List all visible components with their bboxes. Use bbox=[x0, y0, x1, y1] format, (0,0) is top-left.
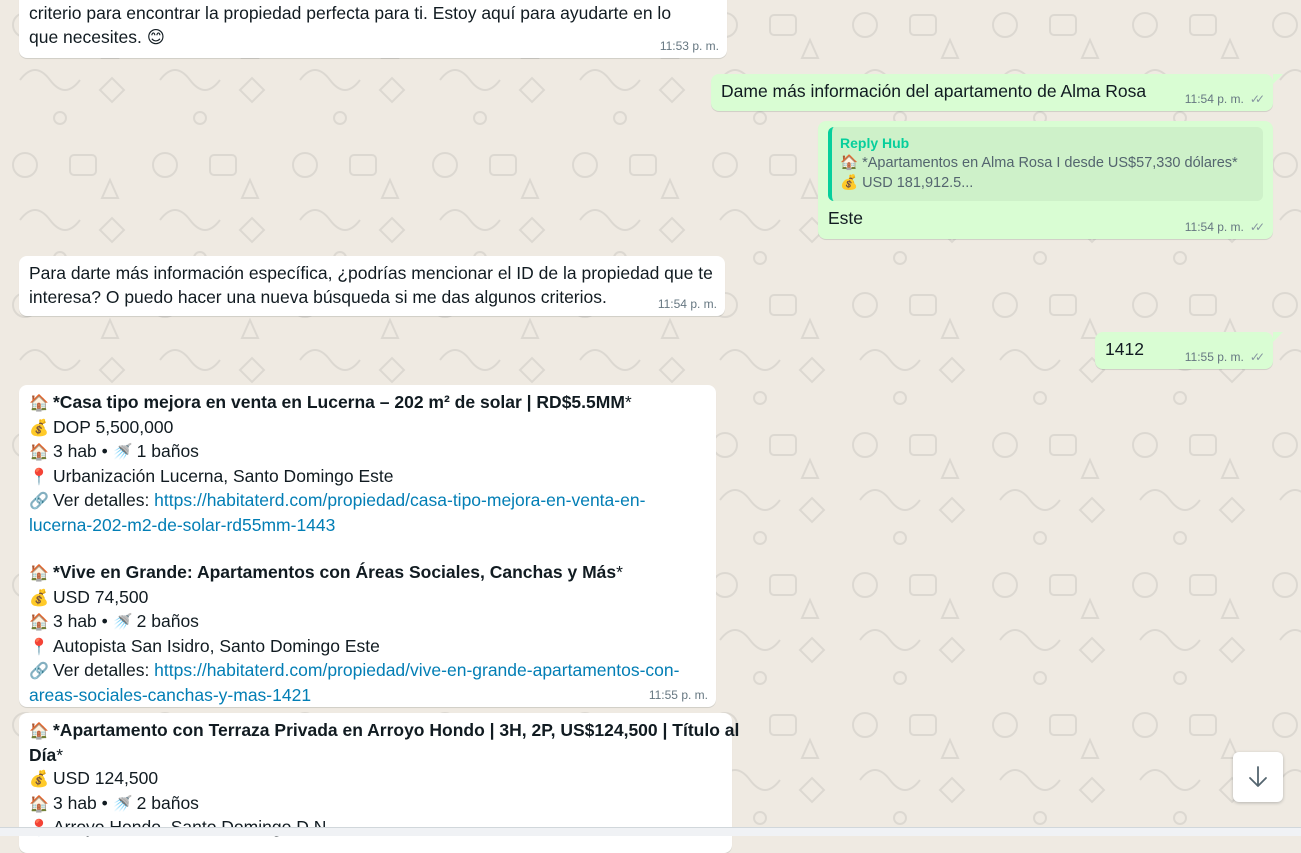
listing-location: 📍 Autopista San Isidro, Santo Domingo Est… bbox=[29, 635, 706, 660]
message-timestamp: 11:54 p. m. ✓✓ bbox=[1185, 220, 1265, 234]
listing-title: 🏠 *Apartamento con Terraza Privada en Arr… bbox=[29, 719, 739, 744]
quote-text: 🏠 *Apartamentos en Alma Rosa I desde US$… bbox=[840, 155, 1238, 171]
shower-icon: 🚿 bbox=[112, 614, 133, 631]
quoted-message[interactable]: Reply Hub 🏠 *Apartamentos en Alma Rosa I… bbox=[828, 127, 1263, 201]
listing-link[interactable]: lucerna-202-m2-de-solar-rd55mm-1443 bbox=[29, 515, 335, 535]
listing-title: 🏠 *Casa tipo mejora en venta en Lucerna –… bbox=[29, 391, 706, 416]
message-text: Dame más información del apartamento de … bbox=[721, 81, 1147, 101]
house-icon: 🏠 bbox=[29, 723, 49, 740]
message-text: interesa? O puedo hacer una nueva búsque… bbox=[29, 286, 607, 307]
message-text: criterio para encontrar la propiedad per… bbox=[29, 3, 672, 23]
shower-icon: 🚿 bbox=[112, 795, 133, 813]
listing-details-cont: areas-sociales-canchas-y-mas-1421 bbox=[29, 684, 706, 708]
double-check-icon: ✓✓ bbox=[1249, 350, 1265, 364]
message-timestamp: 11:54 p. m. bbox=[657, 297, 717, 311]
listing-details-cont: lucerna-202-m2-de-solar-rd55mm-1443 bbox=[29, 514, 706, 538]
pin-icon: 📍 bbox=[29, 638, 49, 656]
listing-details: 🔗 Ver detalles: https://habitaterd.com/pr… bbox=[29, 659, 706, 684]
money-bag-icon: 💰 bbox=[29, 771, 49, 788]
listing-rooms: 🏠 3 hab • 🚿 1 baños bbox=[29, 440, 706, 465]
house-icon: 🏠 bbox=[29, 614, 49, 631]
bubble-tail bbox=[1273, 74, 1283, 84]
arrow-down-icon bbox=[1249, 766, 1267, 787]
listing-rooms: 🏠 3 hab • 🚿 2 baños bbox=[29, 610, 706, 635]
listing-details: 🔗 Ver detalles: https://habitaterd.com/pr… bbox=[29, 489, 706, 514]
money-bag-icon: 💰 bbox=[29, 589, 49, 607]
money-bag-icon: 💰 bbox=[29, 419, 49, 437]
message-outgoing[interactable]: Dame más información del apartamento de … bbox=[711, 74, 1273, 111]
double-check-icon: ✓✓ bbox=[1249, 220, 1265, 234]
message-incoming-listings[interactable]: 🏠 *Casa tipo mejora en venta en Lucerna –… bbox=[19, 385, 716, 707]
message-outgoing-reply[interactable]: Reply Hub 🏠 *Apartamentos en Alma Rosa I… bbox=[818, 121, 1273, 239]
listing-link[interactable]: areas-sociales-canchas-y-mas-1421 bbox=[29, 685, 311, 705]
listing-price: 💰 USD 124,500 bbox=[29, 767, 722, 792]
quote-text: 💰 USD 181,912.5... bbox=[840, 175, 974, 191]
link-icon: 🔗 bbox=[29, 493, 49, 510]
listing-link[interactable]: https://habitaterd.com/propiedad/vive-en… bbox=[154, 660, 679, 680]
house-icon: 🏠 bbox=[29, 395, 49, 412]
message-timestamp: 11:54 p. m. ✓✓ bbox=[1185, 92, 1265, 106]
message-outgoing[interactable]: 1412 11:55 p. m. ✓✓ bbox=[1095, 332, 1273, 369]
pin-icon: 📍 bbox=[29, 468, 49, 486]
bubble-tail bbox=[1273, 332, 1283, 342]
listing-link[interactable]: https://habitaterd.com/propiedad/casa-ti… bbox=[154, 490, 645, 510]
listing-location: 📍 Urbanización Lucerna, Santo Domingo Est… bbox=[29, 465, 706, 490]
house-icon: 🏠 bbox=[29, 795, 49, 813]
message-incoming[interactable]: Para darte más información específica, ¿… bbox=[19, 256, 725, 316]
double-check-icon: ✓✓ bbox=[1249, 92, 1265, 106]
message-incoming[interactable]: criterio para encontrar la propiedad per… bbox=[19, 0, 727, 58]
shower-icon: 🚿 bbox=[112, 444, 133, 461]
listing-title-cont: Día* bbox=[29, 744, 64, 765]
listing-price: 💰 DOP 5,500,000 bbox=[29, 416, 706, 441]
message-timestamp: 11:53 p. m. bbox=[659, 39, 719, 53]
message-text: Para darte más información específica, ¿… bbox=[29, 263, 713, 283]
link-icon: 🔗 bbox=[29, 663, 49, 680]
quote-author: Reply Hub bbox=[840, 135, 910, 151]
listing-rooms: 🏠 3 hab • 🚿 2 baños bbox=[29, 792, 722, 817]
message-timestamp: 11:55 p. m. bbox=[648, 688, 708, 702]
listing-title: 🏠 *Vive en Grande: Apartamentos con Áreas… bbox=[29, 561, 706, 586]
message-text: que necesites. 😊 bbox=[29, 26, 165, 47]
scroll-to-bottom-button[interactable] bbox=[1233, 752, 1283, 802]
house-icon: 🏠 bbox=[29, 444, 49, 461]
listing-price: 💰 USD 74,500 bbox=[29, 586, 706, 611]
house-icon: 🏠 bbox=[29, 565, 49, 582]
message-timestamp: 11:55 p. m. ✓✓ bbox=[1185, 350, 1265, 364]
